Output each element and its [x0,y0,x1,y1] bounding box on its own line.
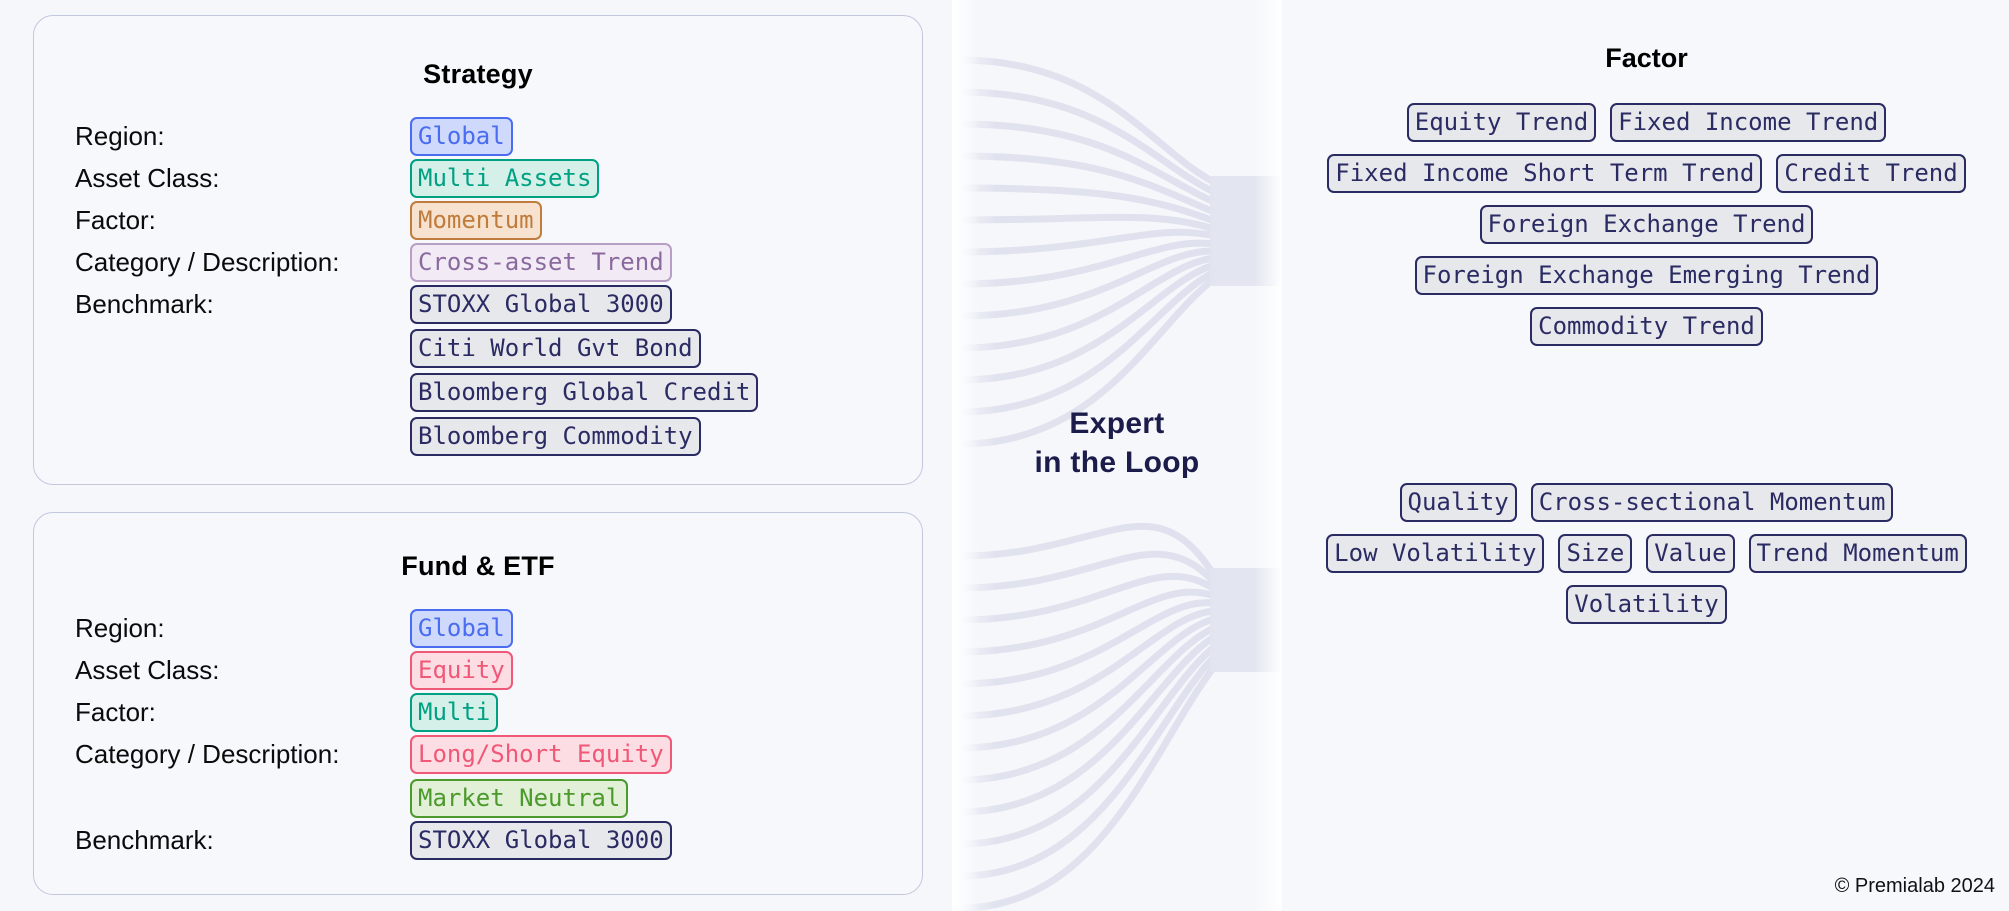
value-tag[interactable]: Multi Assets [410,159,600,198]
diagram-stage: Strategy Region: Global Asset Class: Mul… [0,0,2009,911]
strategy-card: Strategy Region: Global Asset Class: Mul… [33,15,923,485]
factor-tag[interactable]: Fixed Income Trend [1610,103,1887,142]
row-values: Long/Short Equity Market Neutral [410,735,672,821]
row-label: Benchmark: [75,825,214,855]
value-tag[interactable]: Long/Short Equity [410,735,672,774]
attribute-row: Category / Description: Long/Short Equit… [75,735,922,821]
row-label: Factor: [75,697,156,727]
strategy-card-rows: Region: Global Asset Class: Multi Assets… [34,117,922,459]
row-values: Global [410,117,513,159]
attribute-row: Asset Class: Multi Assets [75,159,922,201]
factor-tag[interactable]: Quality [1399,483,1517,522]
row-values: Momentum [410,201,542,243]
factor-tag[interactable]: Equity Trend [1406,103,1597,142]
row-values: Equity [410,651,513,693]
factor-tag[interactable]: Trend Momentum [1748,534,1967,573]
factor-tag[interactable]: Fixed Income Short Term Trend [1327,154,1763,193]
value-tag[interactable]: Bloomberg Global Credit [410,373,759,412]
left-column: Strategy Region: Global Asset Class: Mul… [33,15,925,895]
value-tag[interactable]: Market Neutral [410,779,629,818]
attribute-row: Benchmark: STOXX Global 3000 Citi World … [75,285,922,459]
row-label: Benchmark: [75,289,214,319]
attribute-row: Category / Description: Cross-asset Tren… [75,243,922,285]
fund-etf-card: Fund & ETF Region: Global Asset Class: E… [33,512,923,895]
row-values: STOXX Global 3000 Citi World Gvt Bond Bl… [410,285,759,459]
row-values: STOXX Global 3000 [410,821,672,863]
factor-tag[interactable]: Foreign Exchange Trend [1479,205,1814,244]
row-label: Region: [75,613,165,643]
factor-tag[interactable]: Low Volatility [1326,534,1545,573]
row-label: Asset Class: [75,655,220,685]
factor-tag[interactable]: Foreign Exchange Emerging Trend [1414,256,1879,295]
trend-factor-tag-cloud: Equity Trend Fixed Income Trend Fixed In… [1284,103,2009,349]
row-label: Category / Description: [75,247,340,277]
fund-etf-card-rows: Region: Global Asset Class: Equity Facto… [34,609,922,863]
row-values: Multi Assets [410,159,600,201]
fund-etf-card-title: Fund & ETF [401,551,555,581]
expert-in-the-loop-label: Expert in the Loop [952,404,1282,482]
factor-panel-title: Factor [1605,43,1688,73]
style-factor-tag-cloud: Quality Cross-sectional Momentum Low Vol… [1284,483,2009,627]
value-tag[interactable]: Bloomberg Commodity [410,417,701,456]
expert-label-line-2: in the Loop [1034,446,1200,479]
expert-label-line-1: Expert [1069,407,1165,440]
value-tag[interactable]: Momentum [410,201,542,240]
value-tag[interactable]: Global [410,609,513,648]
value-tag[interactable]: Equity [410,651,513,690]
row-values: Global [410,609,513,651]
row-label: Region: [75,121,165,151]
row-label: Category / Description: [75,739,340,769]
factor-panel: Factor Equity Trend Fixed Income Trend F… [1284,0,2009,911]
factor-tag[interactable]: Volatility [1566,585,1727,624]
strategy-card-title: Strategy [423,59,533,89]
value-tag[interactable]: Global [410,117,513,156]
row-values: Multi [410,693,499,735]
value-tag[interactable]: STOXX Global 3000 [410,821,672,860]
factor-tag[interactable]: Cross-sectional Momentum [1530,483,1894,522]
attribute-row: Factor: Multi [75,693,922,735]
value-tag[interactable]: Citi World Gvt Bond [410,329,701,368]
factor-tag[interactable]: Credit Trend [1776,154,1966,193]
attribute-row: Factor: Momentum [75,201,922,243]
factor-tag[interactable]: Value [1646,534,1735,573]
value-tag[interactable]: Cross-asset Trend [410,243,672,282]
expert-in-the-loop-column: Expert in the Loop [952,0,1282,911]
row-label: Factor: [75,205,156,235]
row-values: Cross-asset Trend [410,243,672,285]
factor-tag[interactable]: Commodity Trend [1530,307,1763,346]
attribute-row: Region: Global [75,117,922,159]
attribute-row: Region: Global [75,609,922,651]
attribute-row: Benchmark: STOXX Global 3000 [75,821,922,863]
copyright-notice: © Premialab 2024 [1834,875,1995,897]
attribute-row: Asset Class: Equity [75,651,922,693]
value-tag[interactable]: Multi [410,693,499,732]
row-label: Asset Class: [75,163,220,193]
value-tag[interactable]: STOXX Global 3000 [410,285,672,324]
factor-tag[interactable]: Size [1558,534,1633,573]
